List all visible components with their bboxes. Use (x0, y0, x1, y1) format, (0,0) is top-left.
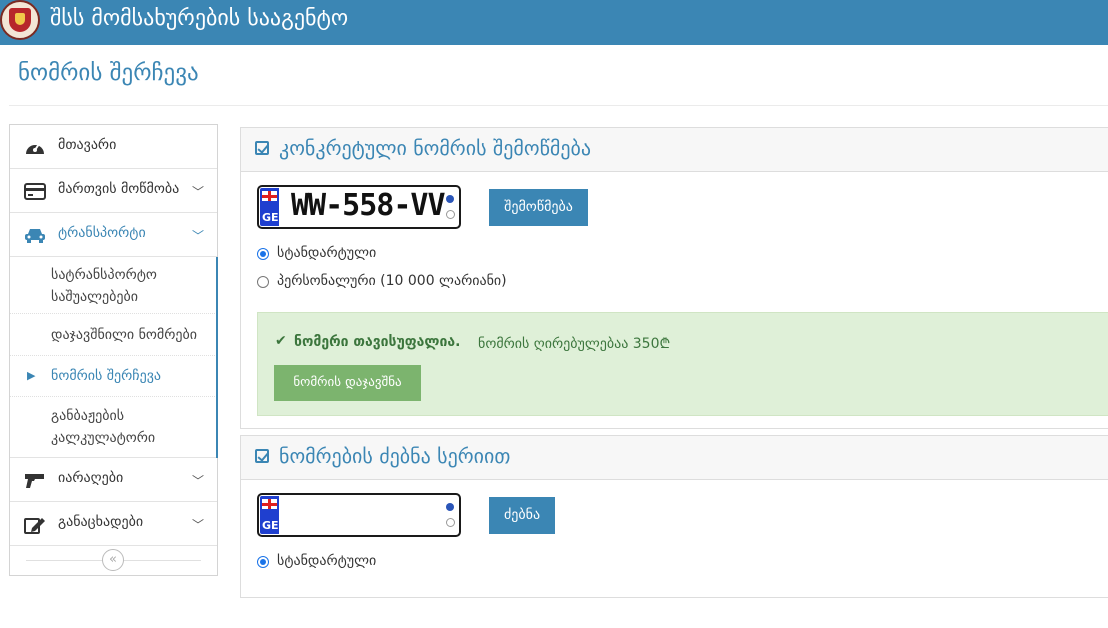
georgia-flag-icon (262, 499, 277, 509)
sidebar-item-weapons[interactable]: იარაღები ﹀ (10, 458, 217, 502)
panel-header: კონკრეტული ნომრის შემოწმება (241, 128, 1108, 172)
standard-radio-label: სტანდარტული (277, 553, 377, 569)
standard-radio[interactable] (257, 248, 269, 260)
app-title: შსს მომსახურების სააგენტო (50, 6, 349, 31)
sidebar: მთავარი მართვის მოწმობა ﹀ ტრანსპორტი ﹀ ს… (9, 124, 218, 576)
chevron-down-icon: ﹀ (192, 185, 205, 199)
checkbox-checked-icon (255, 141, 269, 155)
dashboard-icon (26, 143, 44, 154)
sidebar-item-label: ტრანსპორტი (58, 225, 146, 241)
chevron-down-icon: ﹀ (192, 518, 205, 532)
alert-status: ნომერი თავისუფალია. (294, 334, 461, 350)
submenu-item-label: ნომრის შერჩევა (51, 368, 161, 384)
georgia-flag-icon (262, 191, 277, 201)
alert-price: ნომრის ღირებულებაა 350₾ (478, 336, 671, 352)
submenu-item-label: კალკულატორი (51, 430, 156, 446)
card-icon (24, 183, 46, 200)
submenu-item-reserved-numbers[interactable]: დაჯავშნილი ნომრები (10, 314, 217, 356)
gun-icon (25, 474, 44, 488)
panel-title: ნომრების ძებნა სერიით (279, 444, 511, 468)
plate-country-code: GE (262, 519, 279, 532)
plate-dot-icon (446, 210, 455, 219)
personal-radio-label: პერსონალური (10 000 ლარიანი) (277, 273, 507, 289)
car-icon (25, 229, 45, 243)
submenu-item-customs-calculator[interactable]: განბაჟების კალკულატორი (10, 397, 217, 458)
caret-right-icon: ▶ (27, 369, 36, 382)
personal-radio[interactable] (257, 276, 269, 288)
check-number-panel: კონკრეტული ნომრის შემოწმება GE WW-558-VV… (240, 127, 1108, 429)
plate-input[interactable]: GE (257, 493, 461, 537)
submenu-item-label: სატრანსპორტო (51, 267, 157, 283)
standard-radio[interactable] (257, 556, 269, 568)
standard-radio-label: სტანდარტული (277, 245, 377, 261)
top-bar: შსს მომსახურების სააგენტო (0, 0, 1108, 45)
reserve-number-button[interactable]: ნომრის დაჯავშნა (274, 365, 421, 401)
plate-dot-icon (446, 195, 454, 203)
submenu-item-label: საშუალებები (51, 289, 138, 305)
emblem-icon (9, 8, 31, 32)
page-title: ნომრის შერჩევა (18, 60, 199, 86)
sidebar-item-applications[interactable]: განაცხადები ﹀ (10, 502, 217, 546)
collapse-sidebar-icon[interactable]: « (102, 549, 124, 571)
sidebar-item-license[interactable]: მართვის მოწმობა ﹀ (10, 169, 217, 213)
active-section-bar (216, 257, 218, 458)
sidebar-item-transport[interactable]: ტრანსპორტი ﹀ (10, 213, 217, 257)
divider (9, 105, 1108, 106)
plate-input[interactable]: GE WW-558-VV (257, 185, 461, 229)
plate-number-value[interactable]: WW-558-VV (291, 188, 446, 223)
sidebar-item-label: განაცხადები (58, 514, 144, 530)
plate-country-code: GE (262, 211, 279, 224)
agency-logo[interactable] (0, 0, 40, 40)
panel-header: ნომრების ძებნა სერიით (241, 436, 1108, 480)
sidebar-item-label: იარაღები (58, 470, 124, 486)
search-series-panel: ნომრების ძებნა სერიით GE ძებნა სტანდარტუ… (240, 435, 1108, 598)
sidebar-item-label: მთავარი (58, 137, 117, 153)
success-alert: ✔ ნომერი თავისუფალია. ნომრის ღირებულებაა… (257, 312, 1108, 416)
chevron-down-icon: ﹀ (192, 474, 205, 488)
sidebar-item-home[interactable]: მთავარი (10, 125, 217, 169)
submenu-item-vehicles[interactable]: სატრანსპორტო საშუალებები (10, 257, 217, 314)
check-icon: ✔ (275, 333, 287, 349)
plate-dot-icon (446, 503, 454, 511)
submenu-item-number-selection[interactable]: ▶ ნომრის შერჩევა (10, 356, 217, 397)
chevron-down-icon: ﹀ (192, 229, 205, 243)
search-button[interactable]: ძებნა (489, 497, 555, 534)
submenu-item-label: დაჯავშნილი ნომრები (51, 327, 197, 343)
check-button[interactable]: შემოწმება (489, 189, 588, 226)
plate-country-strip: GE (260, 496, 279, 534)
edit-icon (24, 518, 45, 534)
submenu-item-label: განბაჟების (51, 408, 125, 424)
plate-country-strip: GE (260, 188, 279, 226)
checkbox-checked-icon (255, 449, 269, 463)
panel-title: კონკრეტული ნომრის შემოწმება (279, 136, 592, 160)
sidebar-item-label: მართვის მოწმობა (58, 181, 180, 197)
plate-dot-icon (446, 518, 455, 527)
